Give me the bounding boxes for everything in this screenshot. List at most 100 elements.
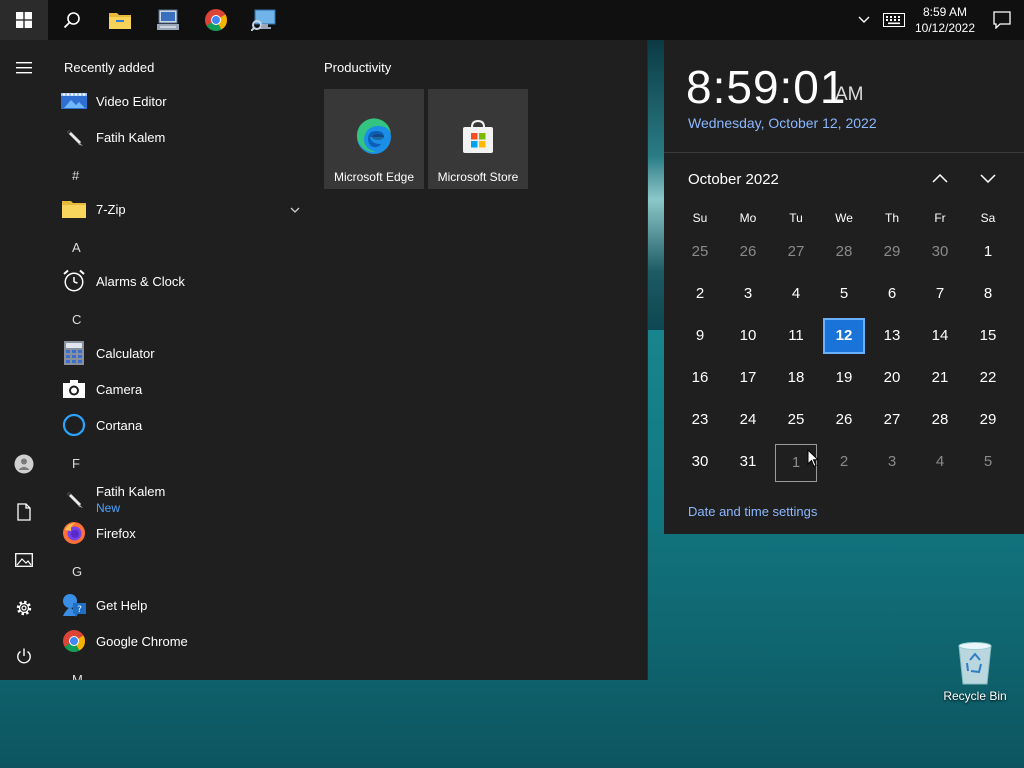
calendar-day[interactable]: 19	[820, 358, 868, 400]
chevron-down-icon[interactable]	[290, 200, 300, 218]
keyboard-icon	[883, 13, 905, 27]
taskbar-network-tool[interactable]	[144, 0, 192, 40]
letter-heading-c[interactable]: C	[72, 312, 81, 327]
calendar-day[interactable]: 25	[772, 400, 820, 442]
app-label: Fatih Kalem	[96, 484, 166, 499]
app-item-camera[interactable]: Camera	[60, 371, 304, 407]
settings-button[interactable]	[0, 588, 48, 628]
calendar-day[interactable]: 20	[868, 358, 916, 400]
calendar-grid: Su Mo Tu We Th Fr Sa 25 26 27 28 29 30 1 2 3 4 5 6 7…	[676, 204, 1012, 484]
calendar-day[interactable]: 11	[772, 316, 820, 358]
calendar-day[interactable]: 18	[772, 358, 820, 400]
calendar-day-number: 17	[739, 369, 757, 386]
app-item-fatih-kalem[interactable]: Fatih Kalem	[60, 119, 304, 155]
calendar-day[interactable]: 27	[868, 400, 916, 442]
show-hidden-icons-button[interactable]	[850, 0, 878, 40]
calendar-day-number: 27	[787, 243, 805, 260]
calendar-day[interactable]: 25	[676, 232, 724, 274]
date-time-settings-link[interactable]: Date and time settings	[688, 504, 817, 519]
tile-microsoft-edge[interactable]: Microsoft Edge	[324, 89, 424, 189]
recycle-bin-shortcut[interactable]: Recycle Bin	[938, 640, 1012, 703]
calendar-month-label[interactable]: October 2022	[688, 171, 779, 188]
action-center-button[interactable]	[980, 0, 1024, 40]
calendar-day-number: 9	[695, 327, 705, 344]
calendar-day[interactable]: 26	[724, 232, 772, 274]
calendar-day[interactable]: 5	[820, 274, 868, 316]
app-item-google-chrome[interactable]: Google Chrome	[60, 623, 304, 659]
app-item-calculator[interactable]: Calculator	[60, 335, 304, 371]
app-item-firefox[interactable]: Firefox	[60, 515, 304, 551]
app-item-7zip[interactable]: 7-Zip	[60, 191, 304, 227]
taskbar-remote-desktop[interactable]	[240, 0, 288, 40]
letter-heading-a[interactable]: A	[72, 240, 81, 255]
weekday-label: Tu	[789, 211, 803, 225]
calendar-day-number: 11	[788, 327, 804, 344]
calendar-day[interactable]: 2	[820, 442, 868, 484]
calendar-day[interactable]: 5	[964, 442, 1012, 484]
calendar-day[interactable]: 29	[964, 400, 1012, 442]
calendar-day[interactable]: 8	[964, 274, 1012, 316]
letter-heading-f[interactable]: F	[72, 456, 80, 471]
calendar-day[interactable]: 2	[676, 274, 724, 316]
calendar-day[interactable]: 30	[676, 442, 724, 484]
calendar-day-number: 26	[835, 411, 853, 428]
calendar-day[interactable]: 28	[916, 400, 964, 442]
power-button[interactable]	[0, 636, 48, 676]
calendar-day[interactable]: 14	[916, 316, 964, 358]
flyout-full-date[interactable]: Wednesday, October 12, 2022	[688, 115, 877, 131]
app-item-video-editor[interactable]: Video Editor	[60, 83, 304, 119]
start-button[interactable]	[0, 0, 48, 40]
calendar-day[interactable]: 12	[820, 316, 868, 358]
flyout-ampm: AM	[835, 84, 864, 105]
taskbar-file-explorer[interactable]	[96, 0, 144, 40]
taskbar-chrome[interactable]	[192, 0, 240, 40]
chevron-up-icon	[932, 173, 948, 183]
pen-icon	[66, 491, 83, 508]
chrome-icon	[63, 630, 85, 652]
app-item-cortana[interactable]: Cortana	[60, 407, 304, 443]
calendar-day-number: 13	[883, 327, 901, 344]
calendar-day[interactable]: 26	[820, 400, 868, 442]
calendar-day[interactable]: 22	[964, 358, 1012, 400]
calendar-day[interactable]: 24	[724, 400, 772, 442]
calendar-day[interactable]: 4	[772, 274, 820, 316]
calendar-day[interactable]: 16	[676, 358, 724, 400]
app-label: Get Help	[96, 597, 148, 613]
letter-heading-m[interactable]: M	[72, 672, 83, 680]
calendar-day[interactable]: 3	[868, 442, 916, 484]
calendar-day-number: 23	[691, 411, 709, 428]
calendar-day[interactable]: 30	[916, 232, 964, 274]
letter-heading-g[interactable]: G	[72, 564, 82, 579]
calendar-day[interactable]: 15	[964, 316, 1012, 358]
calendar-day[interactable]: 10	[724, 316, 772, 358]
calendar-day[interactable]: 3	[724, 274, 772, 316]
next-month-button[interactable]	[974, 166, 1002, 190]
calendar-day[interactable]: 23	[676, 400, 724, 442]
app-item-get-help[interactable]: ? Get Help	[60, 587, 304, 623]
calendar-day[interactable]: 29	[868, 232, 916, 274]
calendar-day[interactable]: 9	[676, 316, 724, 358]
app-item-alarms-clock[interactable]: Alarms & Clock	[60, 263, 304, 299]
expand-menu-button[interactable]	[0, 48, 48, 88]
calendar-day[interactable]: 7	[916, 274, 964, 316]
calendar-day[interactable]: 31	[724, 442, 772, 484]
calendar-day[interactable]: 1	[964, 232, 1012, 274]
calendar-day[interactable]: 6	[868, 274, 916, 316]
app-item-fatih-kalem-new[interactable]: Fatih Kalem New	[60, 479, 304, 519]
calendar-day[interactable]: 17	[724, 358, 772, 400]
tile-microsoft-store[interactable]: Microsoft Store	[428, 89, 528, 189]
pictures-button[interactable]	[0, 540, 48, 580]
previous-month-button[interactable]	[926, 166, 954, 190]
calendar-day[interactable]: 21	[916, 358, 964, 400]
user-account-button[interactable]	[0, 444, 48, 484]
letter-heading-hash[interactable]: #	[72, 168, 79, 183]
calendar-day[interactable]: 27	[772, 232, 820, 274]
documents-button[interactable]	[0, 492, 48, 532]
calendar-day-number: 30	[691, 453, 709, 470]
taskbar-clock[interactable]: 8:59 AM 10/12/2022	[910, 4, 980, 36]
calendar-day[interactable]: 28	[820, 232, 868, 274]
touch-keyboard-button[interactable]	[878, 0, 910, 40]
taskbar-search-button[interactable]	[48, 0, 96, 40]
calendar-day[interactable]: 13	[868, 316, 916, 358]
calendar-day[interactable]: 4	[916, 442, 964, 484]
